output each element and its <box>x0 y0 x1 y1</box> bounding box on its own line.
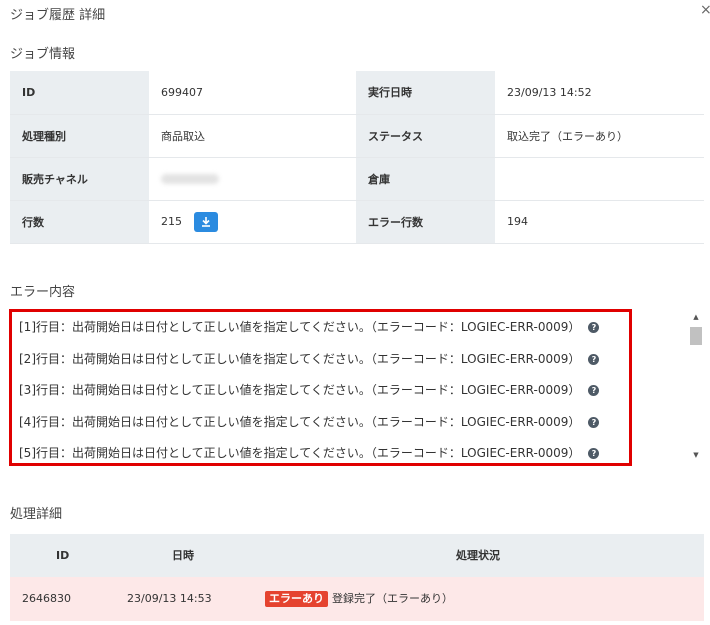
process-type-label: 処理種別 <box>10 114 149 158</box>
scroll-down-icon[interactable]: ▼ <box>690 451 702 459</box>
error-scrollbar[interactable]: ▲ ▼ <box>690 311 702 464</box>
error-line: [1]行目：出荷開始日は日付として正しい値を指定してください。（エラーコード：L… <box>12 312 629 344</box>
executed-at-value: 23/09/13 14:52 <box>495 71 704 115</box>
warehouse-value <box>495 157 704 201</box>
status-value: 取込完了（エラーあり） <box>495 114 704 158</box>
job-info-row: 行数 215 エラー行数 194 <box>10 200 704 244</box>
help-icon[interactable]: ? <box>588 322 600 333</box>
sales-channel-value <box>149 157 356 201</box>
job-info-table: ID 699407 実行日時 23/09/13 14:52 処理種別 商品取込 … <box>10 71 704 244</box>
table-row: 2646830 23/09/13 14:53 エラーあり 登録完了（エラーあり） <box>10 577 704 621</box>
row-count-label: 行数 <box>10 200 149 244</box>
help-icon[interactable]: ? <box>588 353 600 365</box>
detail-status-cell: エラーあり 登録完了（エラーあり） <box>265 577 453 620</box>
error-count-label: エラー行数 <box>356 200 495 244</box>
error-count-value: 194 <box>495 200 704 244</box>
error-badge: エラーあり <box>265 591 328 607</box>
help-icon[interactable]: ? <box>588 448 600 459</box>
redacted-value <box>161 174 219 184</box>
download-button[interactable] <box>193 211 218 232</box>
help-icon[interactable]: ? <box>588 385 600 396</box>
id-label: ID <box>10 71 149 115</box>
error-heading: エラー内容 <box>10 285 76 300</box>
sales-channel-label: 販売チャネル <box>10 157 149 201</box>
column-status: 処理状況 <box>456 549 500 562</box>
error-text: [5]行目：出荷開始日は日付として正しい値を指定してください。（エラーコード：L… <box>19 446 581 460</box>
scroll-thumb[interactable] <box>690 327 702 345</box>
error-list[interactable]: [1]行目：出荷開始日は日付として正しい値を指定してください。（エラーコード：L… <box>9 309 632 466</box>
detail-id: 2646830 <box>22 592 71 605</box>
help-icon[interactable]: ? <box>588 416 600 428</box>
error-line: [3]行目：出荷開始日は日付として正しい値を指定してください。（エラーコード：L… <box>12 375 629 407</box>
row-count-cell: 215 <box>149 200 356 244</box>
error-line: [4]行目：出荷開始日は日付として正しい値を指定してください。（エラーコード：L… <box>12 407 629 439</box>
details-heading: 処理詳細 <box>10 507 63 522</box>
scroll-up-icon[interactable]: ▲ <box>690 313 702 321</box>
column-datetime: 日時 <box>172 549 194 562</box>
job-info-row: 販売チャネル 倉庫 <box>10 157 704 201</box>
error-line: [5]行目：出荷開始日は日付として正しい値を指定してください。（エラーコード：L… <box>12 438 629 463</box>
download-icon <box>201 216 210 227</box>
job-info-row: ID 699407 実行日時 23/09/13 14:52 <box>10 71 704 115</box>
executed-at-label: 実行日時 <box>356 71 495 115</box>
status-label: ステータス <box>356 114 495 158</box>
details-table-header: ID 日時 処理状況 <box>10 534 704 577</box>
column-id: ID <box>56 549 70 562</box>
close-icon[interactable]: × <box>700 2 710 18</box>
id-value: 699407 <box>149 71 356 115</box>
process-type-value: 商品取込 <box>149 114 356 158</box>
row-count-value: 215 <box>161 214 182 228</box>
error-text: [2]行目：出荷開始日は日付として正しい値を指定してください。（エラーコード：L… <box>19 351 581 366</box>
error-text: [4]行目：出荷開始日は日付として正しい値を指定してください。（エラーコード：L… <box>19 414 581 429</box>
error-text: [3]行目：出荷開始日は日付として正しい値を指定してください。（エラーコード：L… <box>19 383 581 397</box>
warehouse-label: 倉庫 <box>356 157 495 201</box>
error-line: [2]行目：出荷開始日は日付として正しい値を指定してください。（エラーコード：L… <box>12 344 629 376</box>
modal-title: ジョブ履歴 詳細 <box>10 8 106 23</box>
error-text: [1]行目：出荷開始日は日付として正しい値を指定してください。（エラーコード：L… <box>19 320 581 334</box>
job-info-row: 処理種別 商品取込 ステータス 取込完了（エラーあり） <box>10 114 704 158</box>
job-info-heading: ジョブ情報 <box>10 47 76 62</box>
detail-status: 登録完了（エラーあり） <box>332 592 453 605</box>
detail-datetime: 23/09/13 14:53 <box>127 592 212 605</box>
